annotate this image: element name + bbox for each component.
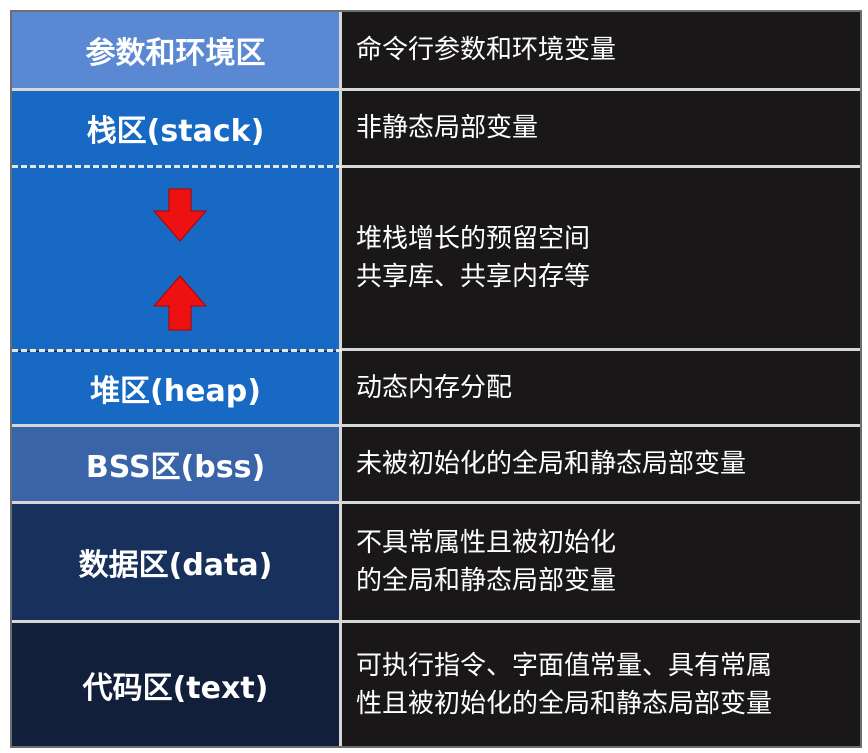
text-area-desc-line-2: 性且被初始化的全局和静态局部变量 bbox=[356, 688, 773, 719]
data-area-desc: 不具常属性且被初始化 的全局和静态局部变量 bbox=[342, 504, 860, 620]
arrow-up-icon bbox=[152, 275, 208, 331]
stack-area-desc-line: 非静态局部变量 bbox=[356, 113, 539, 143]
text-area-label: 代码区(text) bbox=[12, 623, 342, 746]
heap-area-label: 堆区(heap) bbox=[12, 352, 342, 424]
bss-area-label: BSS区(bss) bbox=[12, 427, 342, 501]
data-area-desc-line-2: 的全局和静态局部变量 bbox=[356, 566, 617, 596]
text-area-desc-line-1: 可执行指令、字面值常量、具有常属 bbox=[356, 650, 773, 681]
arrow-down-icon bbox=[152, 188, 208, 242]
bss-area-desc: 未被初始化的全局和静态局部变量 bbox=[342, 427, 860, 501]
bss-area-desc-line: 未被初始化的全局和静态局部变量 bbox=[356, 449, 747, 479]
heap-area-desc-line: 动态内存分配 bbox=[356, 373, 513, 403]
text-area-desc: 可执行指令、字面值常量、具有常属 性且被初始化的全局和静态局部变量 bbox=[342, 623, 860, 746]
heap-area-desc: 动态内存分配 bbox=[342, 352, 860, 424]
reserved-area-desc-line-1: 堆栈增长的预留空间 bbox=[356, 224, 591, 254]
stack-area-label: 栈区(stack) bbox=[12, 91, 342, 165]
env-area-desc: 命令行参数和环境变量 bbox=[342, 12, 860, 88]
separator bbox=[342, 348, 860, 351]
memory-layout-diagram: 参数和环境区 命令行参数和环境变量 栈区(stack) 非静态局部变量 堆栈增长… bbox=[10, 10, 862, 748]
stack-area-desc: 非静态局部变量 bbox=[342, 91, 860, 165]
reserved-area-desc: 堆栈增长的预留空间 共享库、共享内存等 bbox=[342, 168, 860, 348]
dashed-separator bbox=[12, 165, 342, 168]
data-area-desc-line-1: 不具常属性且被初始化 bbox=[356, 528, 617, 558]
env-area-label: 参数和环境区 bbox=[12, 12, 342, 88]
data-area-label: 数据区(data) bbox=[12, 504, 342, 620]
reserved-area-desc-line-2: 共享库、共享内存等 bbox=[356, 262, 591, 292]
env-area-desc-line: 命令行参数和环境变量 bbox=[356, 35, 617, 65]
